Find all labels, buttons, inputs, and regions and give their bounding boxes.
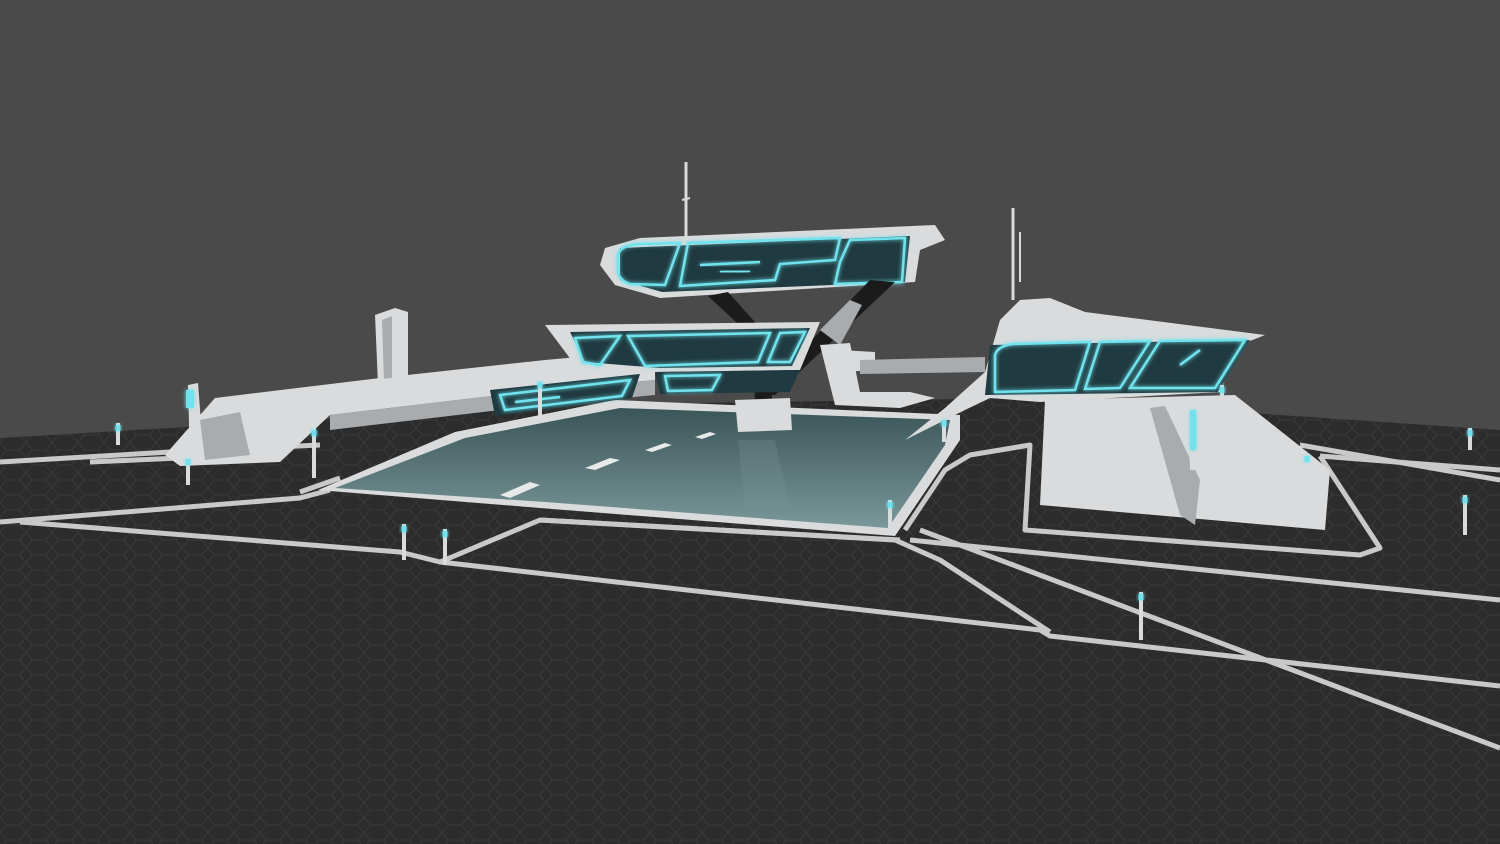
right-pylon <box>1188 404 1200 470</box>
lamp-post <box>311 428 317 478</box>
lamp-post <box>887 500 893 530</box>
lamp-post <box>1219 385 1225 405</box>
lamp-post <box>941 418 947 442</box>
scene-viewport <box>0 0 1500 844</box>
3d-render-canvas <box>0 0 1500 844</box>
lamp-post <box>442 529 448 565</box>
lamp-post <box>537 380 543 420</box>
lamp-post <box>1304 454 1310 482</box>
lamp-post <box>185 457 191 485</box>
lamp-post <box>115 423 121 445</box>
lamp-post <box>401 524 407 560</box>
lamp-post <box>1462 495 1468 535</box>
lamp-post <box>1138 592 1144 640</box>
lamp-post <box>1467 428 1473 450</box>
